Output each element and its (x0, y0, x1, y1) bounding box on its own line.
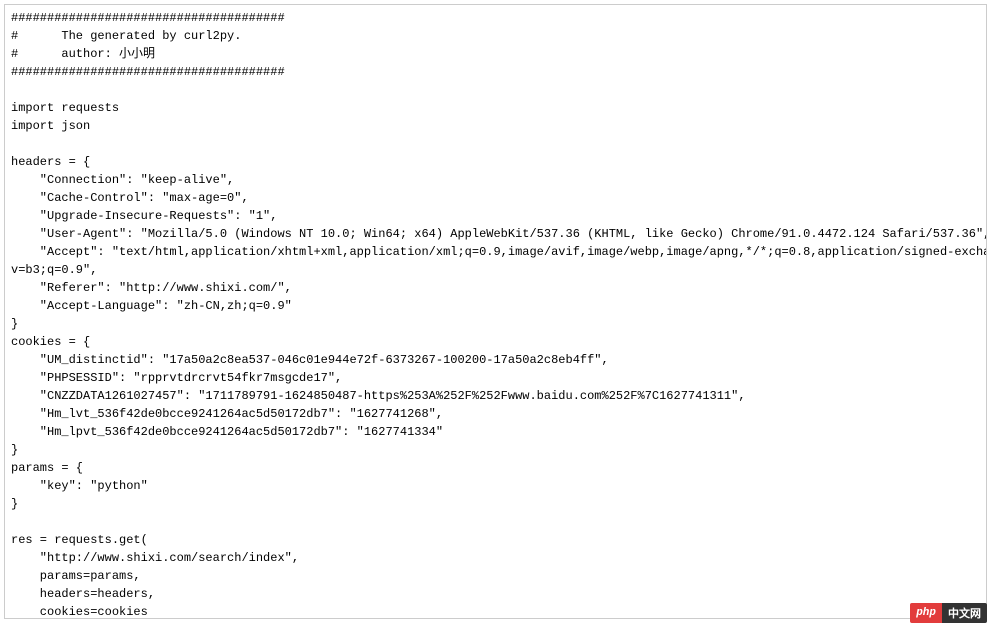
code-line: "http://www.shixi.com/search/index", (11, 551, 299, 565)
code-line: "Accept": "text/html,application/xhtml+x… (11, 245, 987, 259)
code-block: ###################################### #… (4, 4, 987, 619)
code-line: params = { (11, 461, 83, 475)
code-line: ###################################### (11, 11, 285, 25)
code-line: ###################################### (11, 65, 285, 79)
watermark-badge: php 中文网 (910, 603, 987, 623)
code-line: cookies=cookies (11, 605, 148, 619)
code-line: "Referer": "http://www.shixi.com/", (11, 281, 292, 295)
code-line: "Accept-Language": "zh-CN,zh;q=0.9" (11, 299, 292, 313)
code-line: } (11, 317, 18, 331)
code-line: "Cache-Control": "max-age=0", (11, 191, 249, 205)
code-line: "Hm_lpvt_536f42de0bcce9241264ac5d50172db… (11, 425, 443, 439)
code-line: "PHPSESSID": "rpprvtdrcrvt54fkr7msgcde17… (11, 371, 342, 385)
code-line: "User-Agent": "Mozilla/5.0 (Windows NT 1… (11, 227, 987, 241)
code-line: # The generated by curl2py. (11, 29, 241, 43)
code-line: "Hm_lvt_536f42de0bcce9241264ac5d50172db7… (11, 407, 443, 421)
code-line: } (11, 443, 18, 457)
code-line: "UM_distinctid": "17a50a2c8ea537-046c01e… (11, 353, 609, 367)
code-line: import requests (11, 101, 119, 115)
code-line: } (11, 497, 18, 511)
code-line: # author: 小小明 (11, 47, 155, 61)
code-line: "CNZZDATA1261027457": "1711789791-162485… (11, 389, 746, 403)
code-line: import json (11, 119, 90, 133)
code-line: "Upgrade-Insecure-Requests": "1", (11, 209, 277, 223)
code-line: "key": "python" (11, 479, 148, 493)
code-line: "Connection": "keep-alive", (11, 173, 234, 187)
code-line: headers = { (11, 155, 90, 169)
badge-label: 中文网 (942, 603, 987, 623)
code-line: cookies = { (11, 335, 90, 349)
code-line: headers=headers, (11, 587, 155, 601)
code-line: v=b3;q=0.9", (11, 263, 97, 277)
badge-brand: php (910, 603, 942, 623)
code-line: params=params, (11, 569, 141, 583)
code-line: res = requests.get( (11, 533, 148, 547)
